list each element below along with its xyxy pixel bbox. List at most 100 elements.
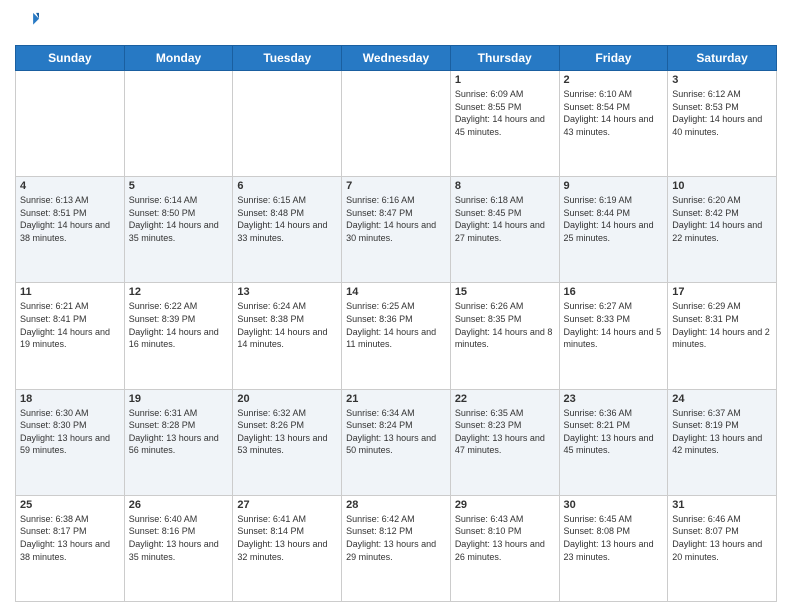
calendar-cell: 6Sunrise: 6:15 AM Sunset: 8:48 PM Daylig… — [233, 177, 342, 283]
day-header-friday: Friday — [559, 46, 668, 71]
day-header-thursday: Thursday — [450, 46, 559, 71]
sun-info: Sunrise: 6:20 AM Sunset: 8:42 PM Dayligh… — [672, 194, 772, 244]
day-number: 31 — [672, 499, 772, 511]
day-number: 7 — [346, 180, 446, 192]
calendar-cell: 2 Sunrise: 6:10 AM Sunset: 8:54 PM Daylig… — [559, 71, 668, 177]
day-number: 23 — [564, 393, 664, 405]
day-number: 10 — [672, 180, 772, 192]
calendar-cell: 11 Sunrise: 6:21 AM Sunset: 8:41 PM Dayli… — [16, 283, 125, 389]
calendar-cell: 26 Sunrise: 6:40 AM Sunset: 8:16 PM Dayli… — [124, 495, 233, 601]
sun-info: Sunrise: 6:46 AM Sunset: 8:07 PM Dayligh… — [672, 513, 772, 563]
calendar-cell: 16Sunrise: 6:27 AM Sunset: 8:33 PM Dayli… — [559, 283, 668, 389]
sun-info: Sunrise: 6:29 AM Sunset: 8:31 PM Dayligh… — [672, 300, 772, 350]
sun-info: Sunrise: 6:30 AM Sunset: 8:30 PM Dayligh… — [20, 407, 120, 457]
sun-info: Sunrise: 6:18 AM Sunset: 8:45 PM Dayligh… — [455, 194, 555, 244]
sun-info: Sunrise: 6:36 AM Sunset: 8:21 PM Dayligh… — [564, 407, 664, 457]
calendar-cell: 27 Sunrise: 6:41 AM Sunset: 8:14 PM Dayli… — [233, 495, 342, 601]
day-header-sunday: Sunday — [16, 46, 125, 71]
sun-info: Sunrise: 6:41 AM Sunset: 8:14 PM Dayligh… — [237, 513, 337, 563]
calendar-week-row: 25 Sunrise: 6:38 AM Sunset: 8:17 PM Dayli… — [16, 495, 777, 601]
calendar-cell: 19Sunrise: 6:31 AM Sunset: 8:28 PM Dayli… — [124, 389, 233, 495]
header — [15, 10, 777, 37]
day-number: 21 — [346, 393, 446, 405]
sun-info: Sunrise: 6:22 AM Sunset: 8:39 PM Dayligh… — [129, 300, 229, 350]
calendar-week-row: 4 Sunrise: 6:13 AM Sunset: 8:51 PM Daylig… — [16, 177, 777, 283]
calendar-cell: 28 Sunrise: 6:42 AM Sunset: 8:12 PM Dayli… — [342, 495, 451, 601]
sun-info: Sunrise: 6:42 AM Sunset: 8:12 PM Dayligh… — [346, 513, 446, 563]
calendar-cell: 10 Sunrise: 6:20 AM Sunset: 8:42 PM Dayli… — [668, 177, 777, 283]
calendar-cell: 30Sunrise: 6:45 AM Sunset: 8:08 PM Dayli… — [559, 495, 668, 601]
calendar-cell: 15Sunrise: 6:26 AM Sunset: 8:35 PM Dayli… — [450, 283, 559, 389]
calendar-table: SundayMondayTuesdayWednesdayThursdayFrid… — [15, 45, 777, 602]
calendar-cell: 23 Sunrise: 6:36 AM Sunset: 8:21 PM Dayli… — [559, 389, 668, 495]
calendar-cell: 9 Sunrise: 6:19 AM Sunset: 8:44 PM Daylig… — [559, 177, 668, 283]
calendar-week-row: 11 Sunrise: 6:21 AM Sunset: 8:41 PM Dayli… — [16, 283, 777, 389]
calendar-cell: 7 Sunrise: 6:16 AM Sunset: 8:47 PM Daylig… — [342, 177, 451, 283]
sun-info: Sunrise: 6:21 AM Sunset: 8:41 PM Dayligh… — [20, 300, 120, 350]
calendar-cell: 22Sunrise: 6:35 AM Sunset: 8:23 PM Dayli… — [450, 389, 559, 495]
sun-info: Sunrise: 6:32 AM Sunset: 8:26 PM Dayligh… — [237, 407, 337, 457]
day-number: 11 — [20, 286, 120, 298]
day-number: 29 — [455, 499, 555, 511]
calendar-week-row: 18 Sunrise: 6:30 AM Sunset: 8:30 PM Dayli… — [16, 389, 777, 495]
sun-info: Sunrise: 6:38 AM Sunset: 8:17 PM Dayligh… — [20, 513, 120, 563]
logo — [15, 10, 39, 37]
day-number: 2 — [564, 74, 664, 86]
calendar-cell: 5 Sunrise: 6:14 AM Sunset: 8:50 PM Daylig… — [124, 177, 233, 283]
day-number: 22 — [455, 393, 555, 405]
day-number: 8 — [455, 180, 555, 192]
sun-info: Sunrise: 6:37 AM Sunset: 8:19 PM Dayligh… — [672, 407, 772, 457]
calendar-week-row: 1Sunrise: 6:09 AM Sunset: 8:55 PM Daylig… — [16, 71, 777, 177]
sun-info: Sunrise: 6:25 AM Sunset: 8:36 PM Dayligh… — [346, 300, 446, 350]
calendar-cell: 31 Sunrise: 6:46 AM Sunset: 8:07 PM Dayli… — [668, 495, 777, 601]
day-header-tuesday: Tuesday — [233, 46, 342, 71]
calendar-header-row: SundayMondayTuesdayWednesdayThursdayFrid… — [16, 46, 777, 71]
calendar-cell — [233, 71, 342, 177]
day-number: 27 — [237, 499, 337, 511]
calendar-cell — [342, 71, 451, 177]
calendar-cell: 8 Sunrise: 6:18 AM Sunset: 8:45 PM Daylig… — [450, 177, 559, 283]
day-header-saturday: Saturday — [668, 46, 777, 71]
calendar-cell: 14Sunrise: 6:25 AM Sunset: 8:36 PM Dayli… — [342, 283, 451, 389]
day-number: 6 — [237, 180, 337, 192]
sun-info: Sunrise: 6:10 AM Sunset: 8:54 PM Dayligh… — [564, 88, 664, 138]
day-number: 5 — [129, 180, 229, 192]
day-number: 20 — [237, 393, 337, 405]
sun-info: Sunrise: 6:40 AM Sunset: 8:16 PM Dayligh… — [129, 513, 229, 563]
sun-info: Sunrise: 6:14 AM Sunset: 8:50 PM Dayligh… — [129, 194, 229, 244]
sun-info: Sunrise: 6:24 AM Sunset: 8:38 PM Dayligh… — [237, 300, 337, 350]
calendar-cell: 24Sunrise: 6:37 AM Sunset: 8:19 PM Dayli… — [668, 389, 777, 495]
day-header-monday: Monday — [124, 46, 233, 71]
calendar-cell: 1Sunrise: 6:09 AM Sunset: 8:55 PM Daylig… — [450, 71, 559, 177]
day-number: 25 — [20, 499, 120, 511]
sun-info: Sunrise: 6:16 AM Sunset: 8:47 PM Dayligh… — [346, 194, 446, 244]
logo-icon — [17, 10, 39, 32]
sun-info: Sunrise: 6:12 AM Sunset: 8:53 PM Dayligh… — [672, 88, 772, 138]
calendar-cell: 3 Sunrise: 6:12 AM Sunset: 8:53 PM Daylig… — [668, 71, 777, 177]
day-number: 17 — [672, 286, 772, 298]
calendar-cell: 29 Sunrise: 6:43 AM Sunset: 8:10 PM Dayli… — [450, 495, 559, 601]
sun-info: Sunrise: 6:19 AM Sunset: 8:44 PM Dayligh… — [564, 194, 664, 244]
sun-info: Sunrise: 6:45 AM Sunset: 8:08 PM Dayligh… — [564, 513, 664, 563]
sun-info: Sunrise: 6:43 AM Sunset: 8:10 PM Dayligh… — [455, 513, 555, 563]
day-number: 28 — [346, 499, 446, 511]
calendar-body: 1Sunrise: 6:09 AM Sunset: 8:55 PM Daylig… — [16, 71, 777, 602]
calendar-cell: 4 Sunrise: 6:13 AM Sunset: 8:51 PM Daylig… — [16, 177, 125, 283]
sun-info: Sunrise: 6:13 AM Sunset: 8:51 PM Dayligh… — [20, 194, 120, 244]
day-number: 26 — [129, 499, 229, 511]
calendar-cell — [124, 71, 233, 177]
day-number: 16 — [564, 286, 664, 298]
day-number: 19 — [129, 393, 229, 405]
calendar-cell: 13Sunrise: 6:24 AM Sunset: 8:38 PM Dayli… — [233, 283, 342, 389]
day-number: 1 — [455, 74, 555, 86]
day-number: 3 — [672, 74, 772, 86]
day-number: 15 — [455, 286, 555, 298]
day-number: 4 — [20, 180, 120, 192]
day-number: 9 — [564, 180, 664, 192]
day-number: 12 — [129, 286, 229, 298]
calendar-cell: 21Sunrise: 6:34 AM Sunset: 8:24 PM Dayli… — [342, 389, 451, 495]
calendar-cell: 25 Sunrise: 6:38 AM Sunset: 8:17 PM Dayli… — [16, 495, 125, 601]
calendar-cell: 18 Sunrise: 6:30 AM Sunset: 8:30 PM Dayli… — [16, 389, 125, 495]
calendar-cell: 20 Sunrise: 6:32 AM Sunset: 8:26 PM Dayli… — [233, 389, 342, 495]
day-number: 18 — [20, 393, 120, 405]
